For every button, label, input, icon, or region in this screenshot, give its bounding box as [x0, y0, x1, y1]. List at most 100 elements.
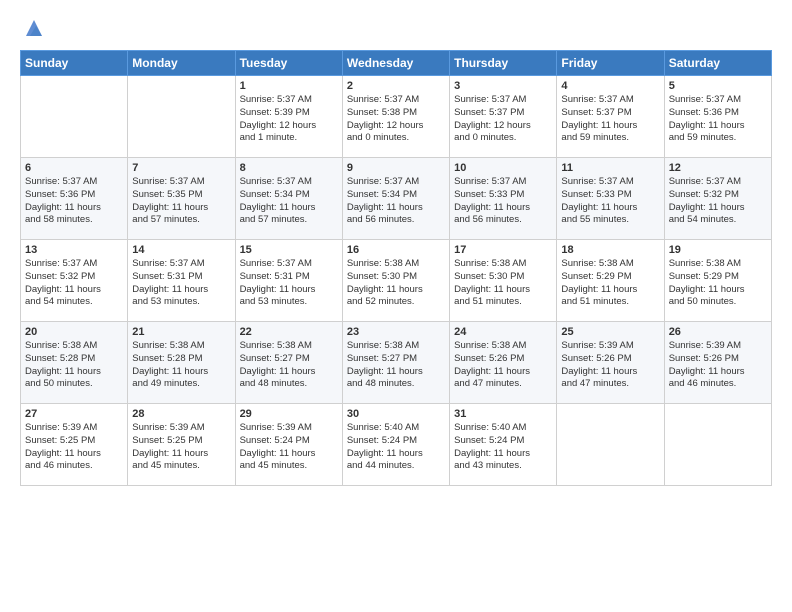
day-number: 5 — [669, 80, 767, 92]
day-number: 2 — [347, 80, 445, 92]
header — [20, 16, 772, 40]
day-number: 19 — [669, 244, 767, 256]
calendar-cell: 28 Sunrise: 5:39 AM Sunset: 5:25 PM Dayli… — [128, 404, 235, 486]
calendar-cell: 7 Sunrise: 5:37 AM Sunset: 5:35 PM Daylig… — [128, 158, 235, 240]
calendar-cell — [557, 404, 664, 486]
day-info: Sunrise: 5:38 AM Sunset: 5:27 PM Dayligh… — [240, 340, 338, 391]
calendar-cell: 29 Sunrise: 5:39 AM Sunset: 5:24 PM Dayli… — [235, 404, 342, 486]
day-number: 16 — [347, 244, 445, 256]
calendar-cell: 9 Sunrise: 5:37 AM Sunset: 5:34 PM Daylig… — [342, 158, 449, 240]
weekday-header-saturday: Saturday — [664, 51, 771, 76]
calendar-cell: 14Sunrise: 5:37 AM Sunset: 5:31 PM Dayli… — [128, 240, 235, 322]
day-number: 11 — [561, 162, 659, 174]
logo — [20, 16, 46, 40]
logo-icon — [22, 16, 46, 40]
day-number: 13 — [25, 244, 123, 256]
day-info: Sunrise: 5:40 AM Sunset: 5:24 PM Dayligh… — [347, 422, 445, 473]
calendar-cell: 1Sunrise: 5:37 AM Sunset: 5:39 PM Daylig… — [235, 76, 342, 158]
weekday-header-monday: Monday — [128, 51, 235, 76]
calendar-cell: 10 Sunrise: 5:37 AM Sunset: 5:33 PM Dayli… — [450, 158, 557, 240]
weekday-header-friday: Friday — [557, 51, 664, 76]
day-info: Sunrise: 5:38 AM Sunset: 5:29 PM Dayligh… — [561, 258, 659, 309]
calendar-cell: 19 Sunrise: 5:38 AM Sunset: 5:29 PM Dayli… — [664, 240, 771, 322]
calendar-cell: 23 Sunrise: 5:38 AM Sunset: 5:27 PM Dayli… — [342, 322, 449, 404]
day-info: Sunrise: 5:39 AM Sunset: 5:26 PM Dayligh… — [669, 340, 767, 391]
day-info: Sunrise: 5:38 AM Sunset: 5:28 PM Dayligh… — [132, 340, 230, 391]
calendar-cell: 13Sunrise: 5:37 AM Sunset: 5:32 PM Dayli… — [21, 240, 128, 322]
day-number: 28 — [132, 408, 230, 420]
calendar-cell: 20 Sunrise: 5:38 AM Sunset: 5:28 PM Dayli… — [21, 322, 128, 404]
day-number: 23 — [347, 326, 445, 338]
day-info: Sunrise: 5:37 AM Sunset: 5:31 PM Dayligh… — [132, 258, 230, 309]
day-info: Sunrise: 5:39 AM Sunset: 5:25 PM Dayligh… — [25, 422, 123, 473]
day-number: 9 — [347, 162, 445, 174]
day-number: 22 — [240, 326, 338, 338]
calendar-cell: 30 Sunrise: 5:40 AM Sunset: 5:24 PM Dayli… — [342, 404, 449, 486]
day-info: Sunrise: 5:39 AM Sunset: 5:24 PM Dayligh… — [240, 422, 338, 473]
week-row-1: 1Sunrise: 5:37 AM Sunset: 5:39 PM Daylig… — [21, 76, 772, 158]
day-number: 31 — [454, 408, 552, 420]
calendar-cell: 3Sunrise: 5:37 AM Sunset: 5:37 PM Daylig… — [450, 76, 557, 158]
week-row-2: 6Sunrise: 5:37 AM Sunset: 5:36 PM Daylig… — [21, 158, 772, 240]
day-info: Sunrise: 5:37 AM Sunset: 5:33 PM Dayligh… — [561, 176, 659, 227]
day-number: 12 — [669, 162, 767, 174]
calendar-cell: 17 Sunrise: 5:38 AM Sunset: 5:30 PM Dayli… — [450, 240, 557, 322]
day-info: Sunrise: 5:37 AM Sunset: 5:32 PM Dayligh… — [669, 176, 767, 227]
day-info: Sunrise: 5:37 AM Sunset: 5:31 PM Dayligh… — [240, 258, 338, 309]
weekday-header-row: SundayMondayTuesdayWednesdayThursdayFrid… — [21, 51, 772, 76]
day-number: 24 — [454, 326, 552, 338]
calendar-cell: 8Sunrise: 5:37 AM Sunset: 5:34 PM Daylig… — [235, 158, 342, 240]
week-row-4: 20 Sunrise: 5:38 AM Sunset: 5:28 PM Dayli… — [21, 322, 772, 404]
day-info: Sunrise: 5:37 AM Sunset: 5:37 PM Dayligh… — [561, 94, 659, 145]
calendar-cell: 2Sunrise: 5:37 AM Sunset: 5:38 PM Daylig… — [342, 76, 449, 158]
day-number: 10 — [454, 162, 552, 174]
day-number: 20 — [25, 326, 123, 338]
day-number: 3 — [454, 80, 552, 92]
calendar-table: SundayMondayTuesdayWednesdayThursdayFrid… — [20, 50, 772, 486]
day-info: Sunrise: 5:37 AM Sunset: 5:34 PM Dayligh… — [240, 176, 338, 227]
day-number: 29 — [240, 408, 338, 420]
day-number: 25 — [561, 326, 659, 338]
day-number: 4 — [561, 80, 659, 92]
calendar-cell: 24 Sunrise: 5:38 AM Sunset: 5:26 PM Dayli… — [450, 322, 557, 404]
day-info: Sunrise: 5:37 AM Sunset: 5:39 PM Dayligh… — [240, 94, 338, 145]
calendar-cell: 21 Sunrise: 5:38 AM Sunset: 5:28 PM Dayli… — [128, 322, 235, 404]
day-info: Sunrise: 5:38 AM Sunset: 5:29 PM Dayligh… — [669, 258, 767, 309]
calendar-cell: 31 Sunrise: 5:40 AM Sunset: 5:24 PM Dayli… — [450, 404, 557, 486]
day-number: 17 — [454, 244, 552, 256]
day-info: Sunrise: 5:38 AM Sunset: 5:27 PM Dayligh… — [347, 340, 445, 391]
day-info: Sunrise: 5:37 AM Sunset: 5:35 PM Dayligh… — [132, 176, 230, 227]
calendar-cell — [128, 76, 235, 158]
weekday-header-sunday: Sunday — [21, 51, 128, 76]
day-number: 30 — [347, 408, 445, 420]
calendar-cell — [21, 76, 128, 158]
day-info: Sunrise: 5:37 AM Sunset: 5:36 PM Dayligh… — [669, 94, 767, 145]
day-number: 15 — [240, 244, 338, 256]
day-number: 7 — [132, 162, 230, 174]
day-info: Sunrise: 5:38 AM Sunset: 5:30 PM Dayligh… — [454, 258, 552, 309]
day-info: Sunrise: 5:37 AM Sunset: 5:33 PM Dayligh… — [454, 176, 552, 227]
calendar-cell: 16 Sunrise: 5:38 AM Sunset: 5:30 PM Dayli… — [342, 240, 449, 322]
calendar-cell: 27 Sunrise: 5:39 AM Sunset: 5:25 PM Dayli… — [21, 404, 128, 486]
day-number: 27 — [25, 408, 123, 420]
week-row-5: 27 Sunrise: 5:39 AM Sunset: 5:25 PM Dayli… — [21, 404, 772, 486]
day-info: Sunrise: 5:39 AM Sunset: 5:25 PM Dayligh… — [132, 422, 230, 473]
day-number: 26 — [669, 326, 767, 338]
calendar-cell: 12 Sunrise: 5:37 AM Sunset: 5:32 PM Dayli… — [664, 158, 771, 240]
calendar-cell: 4 Sunrise: 5:37 AM Sunset: 5:37 PM Daylig… — [557, 76, 664, 158]
day-info: Sunrise: 5:38 AM Sunset: 5:30 PM Dayligh… — [347, 258, 445, 309]
calendar-cell: 26 Sunrise: 5:39 AM Sunset: 5:26 PM Dayli… — [664, 322, 771, 404]
day-number: 18 — [561, 244, 659, 256]
weekday-header-wednesday: Wednesday — [342, 51, 449, 76]
day-number: 6 — [25, 162, 123, 174]
weekday-header-thursday: Thursday — [450, 51, 557, 76]
day-info: Sunrise: 5:37 AM Sunset: 5:34 PM Dayligh… — [347, 176, 445, 227]
weekday-header-tuesday: Tuesday — [235, 51, 342, 76]
calendar-cell: 18 Sunrise: 5:38 AM Sunset: 5:29 PM Dayli… — [557, 240, 664, 322]
day-info: Sunrise: 5:38 AM Sunset: 5:26 PM Dayligh… — [454, 340, 552, 391]
day-info: Sunrise: 5:40 AM Sunset: 5:24 PM Dayligh… — [454, 422, 552, 473]
day-info: Sunrise: 5:39 AM Sunset: 5:26 PM Dayligh… — [561, 340, 659, 391]
calendar-cell: 15 Sunrise: 5:37 AM Sunset: 5:31 PM Dayli… — [235, 240, 342, 322]
day-info: Sunrise: 5:38 AM Sunset: 5:28 PM Dayligh… — [25, 340, 123, 391]
day-number: 21 — [132, 326, 230, 338]
